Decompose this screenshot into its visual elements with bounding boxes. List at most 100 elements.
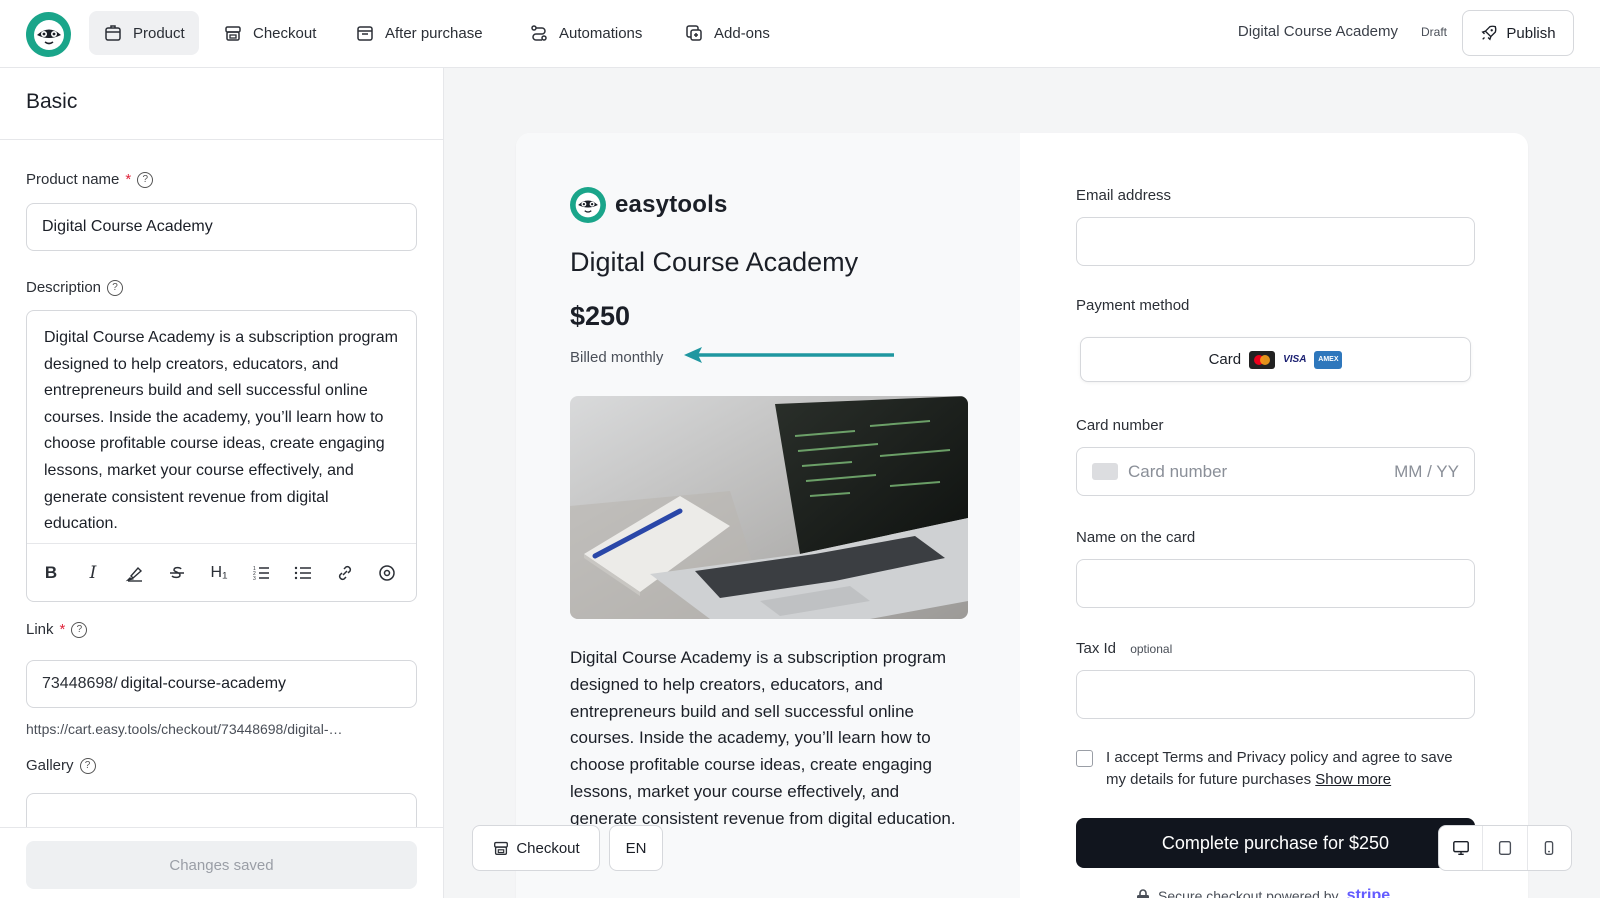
- tablet-icon: [1498, 841, 1512, 855]
- publish-label: Publish: [1506, 24, 1556, 42]
- easytools-logo-icon: [570, 187, 606, 223]
- product-name-label-text: Product name: [26, 171, 120, 188]
- mobile-view-button[interactable]: [1528, 826, 1571, 870]
- preview-price: $250: [570, 301, 631, 331]
- card-number-field[interactable]: Card number MM / YY: [1076, 447, 1475, 496]
- section-title: Basic: [0, 68, 443, 140]
- ordered-list-button[interactable]: 123: [249, 561, 273, 585]
- product-name-input[interactable]: Digital Course Academy: [26, 203, 417, 251]
- checkout-toggle-label: Checkout: [516, 839, 580, 857]
- brand-name: easytools: [615, 191, 728, 218]
- description-textarea[interactable]: Digital Course Academy is a subscription…: [27, 311, 416, 545]
- tablet-view-button[interactable]: [1483, 826, 1528, 870]
- product-image: [570, 396, 968, 619]
- package-icon: [357, 26, 373, 41]
- route-icon: [531, 25, 547, 41]
- tab-automations[interactable]: Automations: [515, 11, 656, 55]
- tab-checkout-label: Checkout: [253, 24, 317, 42]
- publish-button[interactable]: Publish: [1462, 10, 1574, 56]
- box-icon: [105, 25, 121, 41]
- terms-text: I accept Terms and Privacy policy and ag…: [1106, 749, 1453, 788]
- billing-interval: Billed monthly: [570, 349, 664, 366]
- highlighter-icon: [125, 566, 143, 582]
- language-label: EN: [625, 839, 647, 857]
- mastercard-icon: [1249, 350, 1276, 369]
- product-summary: easytools Digital Course Academy $250 Bi…: [516, 133, 1020, 898]
- bullet-list-icon: [294, 566, 311, 579]
- annotation-arrow-icon: [684, 347, 894, 363]
- required-marker: *: [59, 621, 66, 638]
- save-status-button[interactable]: Changes saved: [26, 841, 417, 889]
- store-icon: [225, 26, 241, 41]
- show-more-link[interactable]: Show more: [1315, 771, 1391, 788]
- help-icon[interactable]: ?: [71, 621, 88, 638]
- payment-method-label: Payment method: [1076, 297, 1190, 314]
- tab-add-ons-label: Add-ons: [714, 24, 770, 42]
- email-field[interactable]: [1076, 217, 1475, 266]
- link-button[interactable]: [333, 561, 357, 585]
- payment-method-card[interactable]: Card VISA AMEX: [1080, 337, 1471, 382]
- easytools-logo-icon[interactable]: [26, 12, 71, 57]
- mobile-icon: [1545, 841, 1554, 855]
- highlight-button[interactable]: [123, 561, 147, 585]
- brand-header: easytools: [570, 187, 728, 223]
- product-name-value: Digital Course Academy: [42, 218, 213, 235]
- tab-after-purchase-label: After purchase: [385, 24, 483, 42]
- description-editor[interactable]: Digital Course Academy is a subscription…: [26, 310, 417, 602]
- gallery-label: Gallery ?: [26, 757, 96, 774]
- link-label-text: Link: [26, 621, 54, 638]
- device-preview-switcher: [1438, 825, 1572, 871]
- tab-checkout[interactable]: Checkout: [209, 11, 330, 55]
- name-on-card-field[interactable]: [1076, 559, 1475, 608]
- optional-badge: optional: [1130, 642, 1173, 656]
- complete-purchase-button[interactable]: Complete purchase for $250: [1076, 818, 1475, 868]
- status-badge: Draft: [1420, 25, 1447, 39]
- tab-automations-label: Automations: [559, 24, 643, 42]
- tax-id-label-text: Tax Id: [1076, 640, 1117, 657]
- add-on-icon: [686, 25, 702, 41]
- tax-id-label: Tax Id optional: [1076, 640, 1172, 657]
- product-editor-panel: Basic Product name * ? Digital Course Ac…: [0, 68, 444, 898]
- strikethrough-icon: [170, 566, 184, 578]
- strikethrough-button[interactable]: [165, 561, 189, 585]
- checkout-preview-toggle[interactable]: Checkout: [472, 825, 600, 871]
- help-icon[interactable]: ?: [79, 757, 96, 774]
- gallery-label-text: Gallery: [26, 757, 74, 774]
- link-slug-value: digital-course-academy: [120, 675, 287, 692]
- secure-checkout-note: Secure checkout powered by stripe: [1136, 887, 1390, 898]
- expiry-placeholder[interactable]: MM / YY: [1394, 462, 1459, 482]
- description-label: Description ?: [26, 279, 124, 296]
- tax-id-field[interactable]: [1076, 670, 1475, 719]
- bullet-list-button[interactable]: [291, 561, 315, 585]
- link-slug-input[interactable]: 73448698/ digital-course-academy: [26, 660, 417, 708]
- product-name-label: Product name * ?: [26, 171, 154, 188]
- terms-checkbox[interactable]: [1076, 750, 1093, 767]
- terms-consent: I accept Terms and Privacy policy and ag…: [1076, 747, 1476, 791]
- top-navigation-bar: Product Checkout After purchase Automati…: [0, 0, 1600, 68]
- required-marker: *: [125, 171, 132, 188]
- checkout-preview-card: easytools Digital Course Academy $250 Bi…: [516, 133, 1528, 898]
- tab-product[interactable]: Product: [89, 11, 199, 55]
- tab-product-label: Product: [133, 24, 185, 42]
- emoji-button[interactable]: [375, 561, 399, 585]
- tab-add-ons[interactable]: Add-ons: [670, 11, 784, 55]
- current-product-title: Digital Course Academy: [1237, 23, 1398, 40]
- bold-button[interactable]: B: [39, 561, 63, 585]
- rich-text-toolbar: B I H₁ 123: [27, 543, 416, 601]
- store-icon: [494, 841, 509, 855]
- language-selector[interactable]: EN: [609, 825, 663, 871]
- heading-button[interactable]: H₁: [207, 561, 231, 585]
- checkout-url[interactable]: https://cart.easy.tools/checkout/7344869…: [26, 721, 416, 737]
- help-icon[interactable]: ?: [137, 171, 154, 188]
- italic-button[interactable]: I: [81, 561, 105, 585]
- card-number-placeholder: Card number: [1128, 461, 1228, 481]
- preview-product-title: Digital Course Academy: [570, 247, 859, 277]
- tab-after-purchase[interactable]: After purchase: [341, 11, 497, 55]
- rocket-icon: [1481, 25, 1497, 41]
- help-icon[interactable]: ?: [107, 279, 124, 296]
- svg-text:3: 3: [253, 576, 256, 582]
- link-icon: [338, 565, 352, 580]
- desktop-view-button[interactable]: [1439, 826, 1484, 870]
- emoji-icon: [379, 564, 395, 581]
- stripe-logo: stripe: [1346, 887, 1391, 898]
